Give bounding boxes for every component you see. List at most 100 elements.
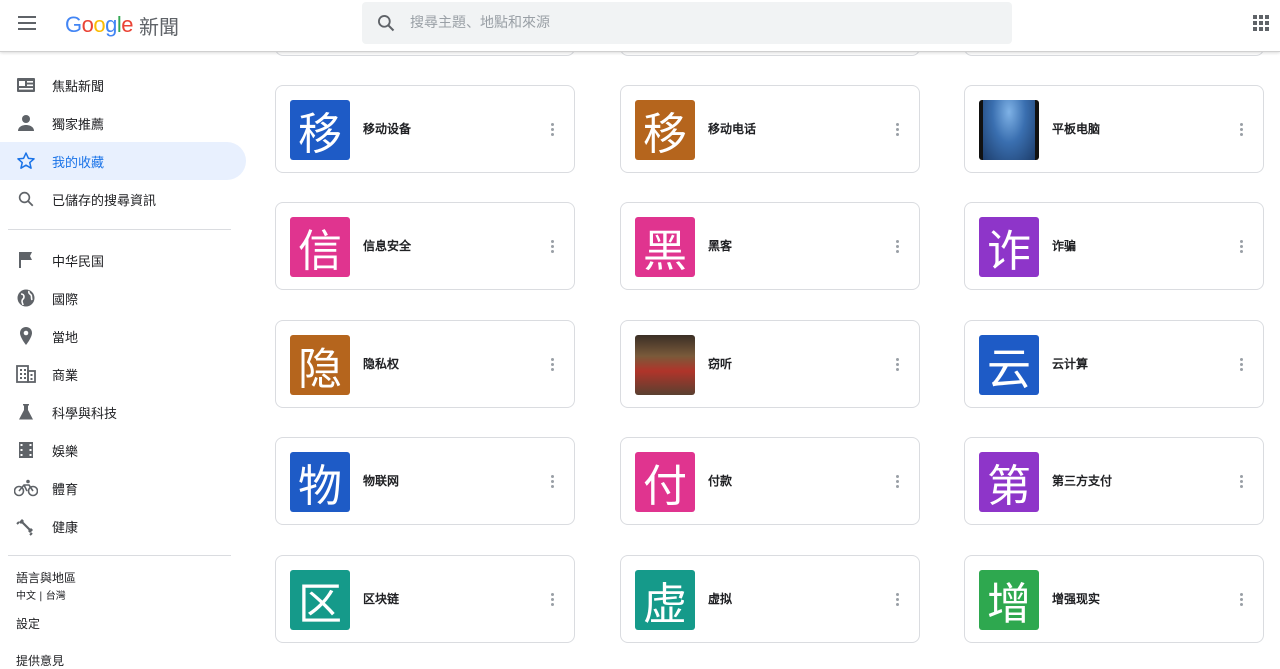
sidebar-item-local[interactable]: 當地	[0, 317, 246, 355]
topic-card[interactable]: 黑黑客	[620, 202, 920, 290]
settings-link[interactable]: 設定	[16, 615, 40, 632]
google-news-logo[interactable]: Google 新聞	[65, 10, 179, 40]
sidebar-item-label: 獨家推薦	[52, 117, 105, 133]
topic-thumbnail	[635, 335, 695, 395]
search-input[interactable]	[410, 15, 970, 31]
topic-card[interactable]: 付付款	[620, 437, 920, 525]
topic-title: 移动设备	[363, 122, 412, 136]
person-icon	[0, 114, 52, 132]
main-menu-button[interactable]	[14, 12, 40, 36]
sidebar-item-business[interactable]: 商業	[0, 355, 246, 393]
building-icon	[0, 365, 52, 383]
search-icon	[0, 190, 52, 208]
sidebar-item-saved-searches[interactable]: 已儲存的搜尋資訊	[0, 180, 246, 218]
more-options-icon[interactable]	[885, 116, 909, 142]
sidebar-item-favorites[interactable]: 我的收藏	[0, 142, 246, 180]
topic-title: 移动电话	[708, 122, 757, 136]
product-name: 新聞	[139, 14, 180, 39]
favorites-topic-grid: 移移动设备移移动电话 平板电脑信信息安全黑黑客诈诈骗隐隐私权 窃听云云计算物物联网付…	[255, 52, 1280, 658]
sidebar-item-label: 當地	[52, 330, 79, 346]
topic-title: 云计算	[1052, 357, 1089, 371]
film-icon	[0, 441, 52, 459]
sidebar-item-label: 健康	[52, 520, 79, 536]
sidebar-item-for-you[interactable]: 獨家推薦	[0, 104, 246, 142]
top-stories-icon	[0, 77, 52, 93]
topic-card[interactable]: 移移动电话	[620, 85, 920, 173]
topic-card[interactable]: 诈诈骗	[964, 202, 1264, 290]
topic-card[interactable]: 虚虚拟	[620, 555, 920, 643]
topic-card[interactable]: 云云计算	[964, 320, 1264, 408]
topic-card[interactable]: 窃听	[620, 320, 920, 408]
topic-card[interactable]: 隐隐私权	[275, 320, 575, 408]
partial-topic-card[interactable]	[275, 52, 575, 56]
sidebar-item-label: 科學與科技	[52, 406, 118, 422]
search-icon[interactable]	[362, 2, 410, 44]
flask-icon	[0, 403, 52, 421]
topic-title: 第三方支付	[1052, 474, 1113, 488]
sidebar-item-top-stories[interactable]: 焦點新聞	[0, 66, 246, 104]
topic-title: 信息安全	[363, 239, 412, 253]
topic-title: 虚拟	[708, 592, 733, 606]
star-icon	[0, 151, 52, 171]
more-options-icon[interactable]	[1229, 233, 1253, 259]
topic-card[interactable]: 平板电脑	[964, 85, 1264, 173]
more-options-icon[interactable]	[1229, 351, 1253, 377]
topic-card[interactable]: 信信息安全	[275, 202, 575, 290]
topic-thumbnail: 移	[635, 100, 695, 160]
more-options-icon[interactable]	[885, 233, 909, 259]
fitness-icon	[0, 516, 52, 536]
more-options-icon[interactable]	[540, 586, 564, 612]
sidebar-item-label: 國際	[52, 292, 79, 308]
sidebar-item-label: 商業	[52, 368, 79, 384]
search-box[interactable]	[362, 2, 1012, 44]
topic-card[interactable]: 移移动设备	[275, 85, 575, 173]
more-options-icon[interactable]	[1229, 586, 1253, 612]
sidebar-item-label: 中华民国	[52, 254, 105, 270]
topic-thumbnail: 移	[290, 100, 350, 160]
sidebar: 焦點新聞 獨家推薦 我的收藏 已儲存的搜尋資訊 中华民国 國際 當地 商業 科學…	[0, 52, 255, 668]
topic-title: 物联网	[363, 474, 400, 488]
google-wordmark: Google	[65, 12, 134, 37]
topic-title: 增强现实	[1052, 592, 1101, 606]
topic-thumbnail: 隐	[290, 335, 350, 395]
sidebar-item-label: 已儲存的搜尋資訊	[52, 193, 157, 209]
topic-card[interactable]: 物物联网	[275, 437, 575, 525]
more-options-icon[interactable]	[885, 468, 909, 494]
sidebar-item-country[interactable]: 中华民国	[0, 241, 246, 279]
more-options-icon[interactable]	[885, 351, 909, 377]
partial-topic-card[interactable]	[964, 52, 1264, 56]
sidebar-item-label: 娛樂	[52, 444, 79, 460]
topic-thumbnail: 黑	[635, 217, 695, 277]
language-region-link[interactable]: 語言與地區	[16, 569, 76, 586]
more-options-icon[interactable]	[540, 468, 564, 494]
sidebar-divider	[8, 229, 231, 230]
topic-title: 平板电脑	[1052, 122, 1101, 136]
more-options-icon[interactable]	[540, 351, 564, 377]
topic-thumbnail: 区	[290, 570, 350, 630]
more-options-icon[interactable]	[1229, 116, 1253, 142]
partial-topic-card[interactable]	[620, 52, 920, 56]
more-options-icon[interactable]	[885, 586, 909, 612]
sidebar-item-health[interactable]: 健康	[0, 507, 246, 545]
more-options-icon[interactable]	[540, 116, 564, 142]
topic-thumbnail: 信	[290, 217, 350, 277]
sidebar-item-world[interactable]: 國際	[0, 279, 246, 317]
more-options-icon[interactable]	[540, 233, 564, 259]
more-options-icon[interactable]	[1229, 468, 1253, 494]
topic-title: 黑客	[708, 239, 733, 253]
sidebar-item-entertainment[interactable]: 娛樂	[0, 431, 246, 469]
sidebar-item-label: 焦點新聞	[52, 79, 105, 95]
topic-thumbnail: 付	[635, 452, 695, 512]
topic-card[interactable]: 增增强现实	[964, 555, 1264, 643]
topic-card[interactable]: 区区块链	[275, 555, 575, 643]
top-app-bar: Google 新聞	[0, 0, 1280, 52]
topic-thumbnail: 物	[290, 452, 350, 512]
flag-icon	[0, 251, 52, 269]
language-region-value: 中文 | 台灣	[16, 591, 66, 602]
topic-card[interactable]: 第第三方支付	[964, 437, 1264, 525]
topic-thumbnail: 云	[979, 335, 1039, 395]
sidebar-item-sports[interactable]: 體育	[0, 469, 246, 507]
sidebar-item-science-tech[interactable]: 科學與科技	[0, 393, 246, 431]
apps-grid-icon[interactable]	[1253, 15, 1269, 31]
feedback-link[interactable]: 提供意見	[16, 652, 64, 669]
